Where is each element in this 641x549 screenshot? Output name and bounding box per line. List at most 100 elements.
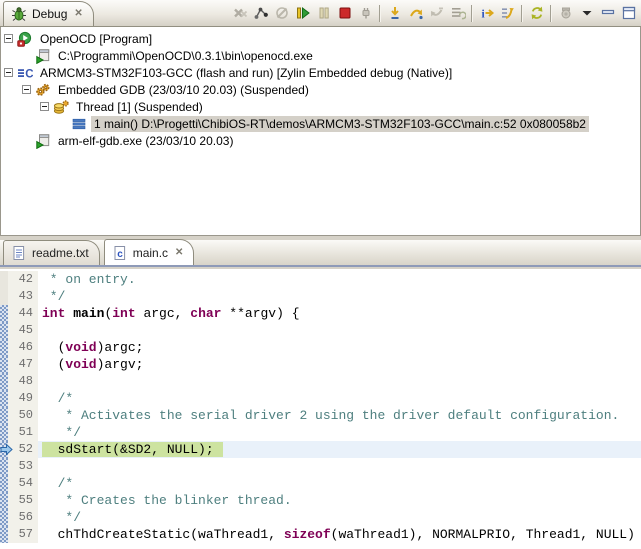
- debug-view-tabbar: Debug ✕ i: [0, 0, 641, 27]
- suspend-icon[interactable]: [313, 2, 334, 24]
- code-text: */: [38, 288, 641, 305]
- line-number: 44: [8, 305, 38, 322]
- code-line: 42 * on entry.: [0, 271, 641, 288]
- quickdiff-changed-marker[interactable]: [0, 424, 8, 441]
- tree-item-stack-frame-main[interactable]: 1 main() D:\Progetti\ChibiOS-RT\demos\AR…: [1, 115, 640, 132]
- code-line: 45: [0, 322, 641, 339]
- code-text: [38, 458, 641, 475]
- code-text: * on entry.: [38, 271, 641, 288]
- code-line: 43 */: [0, 288, 641, 305]
- quickdiff-changed-marker[interactable]: [0, 339, 8, 356]
- code-text: * Creates the blinker thread.: [38, 492, 641, 509]
- editor-tab-main-c[interactable]: cmain.c✕: [104, 239, 195, 265]
- collapse-handle-icon[interactable]: [4, 68, 13, 77]
- resume-icon[interactable]: [292, 2, 313, 24]
- code-line: 44int main(int argc, char **argv) {: [0, 305, 641, 322]
- annotation-ruler[interactable]: [0, 288, 8, 305]
- quickdiff-changed-marker[interactable]: [0, 458, 8, 475]
- line-number: 51: [8, 424, 38, 441]
- instruction-pointer-icon: [0, 443, 13, 460]
- code-line: 48: [0, 373, 641, 390]
- quickdiff-changed-marker[interactable]: [0, 390, 8, 407]
- code-line: 47 (void)argv;: [0, 356, 641, 373]
- line-number: 54: [8, 475, 38, 492]
- toolbar-separator: [521, 5, 523, 22]
- code-text: (void)argc;: [38, 339, 641, 356]
- instruction-stepping-icon[interactable]: [447, 2, 468, 24]
- quickdiff-changed-marker[interactable]: [0, 407, 8, 424]
- code-editor[interactable]: 42 * on entry.43 */44int main(int argc, …: [0, 269, 641, 549]
- debug-view-close-icon[interactable]: ✕: [72, 9, 82, 19]
- line-number: 45: [8, 322, 38, 339]
- quickdiff-changed-marker[interactable]: [0, 492, 8, 509]
- debug-view-tab[interactable]: Debug ✕: [3, 1, 94, 26]
- quickdiff-changed-marker[interactable]: [0, 509, 8, 526]
- quickdiff-changed-marker[interactable]: [0, 475, 8, 492]
- collapse-handle-icon[interactable]: [4, 34, 13, 43]
- current-statement-highlight: sdStart(&SD2, NULL);: [42, 442, 223, 457]
- toolbar-separator: [471, 5, 473, 22]
- terminate-icon[interactable]: [334, 2, 355, 24]
- quickdiff-changed-marker[interactable]: [0, 356, 8, 373]
- step-over-icon[interactable]: [405, 2, 426, 24]
- view-menu-icon[interactable]: [576, 2, 597, 24]
- toolbar-separator: [379, 5, 381, 22]
- quickdiff-changed-marker[interactable]: [0, 322, 8, 339]
- code-text: /*: [38, 475, 641, 492]
- quickdiff-changed-marker[interactable]: [0, 373, 8, 390]
- relaunch-icon[interactable]: [250, 2, 271, 24]
- tree-item-armcm3-launch[interactable]: CARMCM3-STM32F103-GCC (flash and run) [Z…: [1, 64, 640, 81]
- line-number: 47: [8, 356, 38, 373]
- thread-icon: [53, 99, 69, 115]
- tree-item-label: C:\Programmi\OpenOCD\0.3.1\bin\openocd.e…: [55, 48, 316, 64]
- tree-item-label: 1 main() D:\Progetti\ChibiOS-RT\demos\AR…: [91, 116, 589, 132]
- step-return-icon[interactable]: [426, 2, 447, 24]
- code-text: sdStart(&SD2, NULL);: [38, 441, 641, 458]
- tree-item-embedded-gdb[interactable]: Embedded GDB (23/03/10 20.03) (Suspended…: [1, 81, 640, 98]
- code-text: int main(int argc, char **argv) {: [38, 305, 641, 322]
- editor-tab-readme-txt[interactable]: readme.txt: [3, 240, 100, 265]
- svg-text:c: c: [117, 249, 123, 260]
- code-line: 51 */: [0, 424, 641, 441]
- editor-tab-label: readme.txt: [32, 246, 89, 260]
- quickdiff-changed-marker[interactable]: [0, 526, 8, 543]
- restart-icon[interactable]: [526, 2, 547, 24]
- tree-item-openocd-program[interactable]: OpenOCD [Program]: [1, 30, 640, 47]
- code-line: 54 /*: [0, 475, 641, 492]
- maximize-icon[interactable]: [618, 2, 639, 24]
- annotation-ruler[interactable]: [0, 271, 8, 288]
- code-line: 57 chThdCreateStatic(waThread1, sizeof(w…: [0, 526, 641, 543]
- code-line: 53: [0, 458, 641, 475]
- remove-all-terminated-icon[interactable]: [229, 2, 250, 24]
- line-number: 49: [8, 390, 38, 407]
- editor-tab-close-icon[interactable]: ✕: [173, 248, 183, 258]
- collapse-handle-icon[interactable]: [22, 85, 31, 94]
- code-text: */: [38, 509, 641, 526]
- editor-area: readme.txtcmain.c✕ 42 * on entry.43 */44…: [0, 240, 641, 549]
- tree-item-openocd-exe[interactable]: C:\Programmi\OpenOCD\0.3.1\bin\openocd.e…: [1, 47, 640, 64]
- tree-item-arm-elf-gdb-exe[interactable]: arm-elf-gdb.exe (23/03/10 20.03): [1, 132, 640, 149]
- code-text: */: [38, 424, 641, 441]
- line-number: 50: [8, 407, 38, 424]
- program-icon: [17, 31, 33, 47]
- step-into-selection-icon[interactable]: i: [476, 2, 497, 24]
- snapshot-icon[interactable]: [555, 2, 576, 24]
- c-app-icon: C: [17, 65, 33, 81]
- editor-tabbar: readme.txtcmain.c✕: [0, 240, 641, 267]
- exe-icon: [35, 48, 51, 64]
- skip-all-breakpoints-icon[interactable]: [271, 2, 292, 24]
- step-into-icon[interactable]: [384, 2, 405, 24]
- line-number: 55: [8, 492, 38, 509]
- svg-text:i: i: [481, 9, 485, 21]
- code-text: chThdCreateStatic(waThread1, sizeof(waTh…: [38, 526, 641, 543]
- tree-item-thread-1[interactable]: Thread [1] (Suspended): [1, 98, 640, 115]
- disconnect-icon[interactable]: [355, 2, 376, 24]
- use-step-filters-icon[interactable]: [497, 2, 518, 24]
- minimize-icon[interactable]: [597, 2, 618, 24]
- tree-item-label: Thread [1] (Suspended): [73, 99, 206, 115]
- quickdiff-changed-marker[interactable]: [0, 305, 8, 322]
- collapse-handle-icon[interactable]: [40, 102, 49, 111]
- tree-item-label: Embedded GDB (23/03/10 20.03) (Suspended…: [55, 82, 312, 98]
- code-text: * Activates the serial driver 2 using th…: [38, 407, 641, 424]
- line-number: 53: [8, 458, 38, 475]
